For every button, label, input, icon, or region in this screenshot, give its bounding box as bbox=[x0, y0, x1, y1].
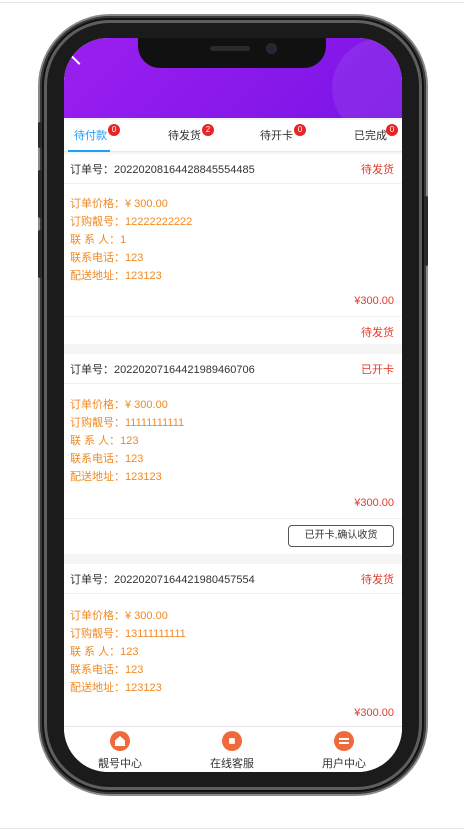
top-divider bbox=[0, 2, 464, 3]
order-total: ¥300.00 bbox=[354, 497, 394, 509]
chat-icon bbox=[334, 731, 354, 751]
bottom-tab-bar: 靓号中心 在线客服 用户中心 bbox=[64, 726, 402, 772]
back-arrow-icon[interactable] bbox=[69, 45, 89, 65]
tab-label: 待发货 bbox=[168, 130, 201, 142]
order-contact-phone: 联系电话：123 bbox=[70, 453, 144, 465]
order-card-header: 订单号：20220207164421980457554 待发货 bbox=[64, 564, 402, 594]
tab-label: 已完成 bbox=[354, 130, 387, 142]
order-footer-status: 待发货 bbox=[361, 327, 394, 339]
tab-badge: 0 bbox=[386, 124, 398, 136]
order-number: 订单号：20220207164421989460706 bbox=[70, 364, 255, 376]
header-decoration bbox=[332, 38, 402, 118]
phone-mute-switch bbox=[38, 122, 42, 148]
tab-completed[interactable]: 已完成 bbox=[354, 120, 387, 152]
phone-volume-down-button bbox=[38, 230, 42, 278]
order-contact-phone: 联系电话：123 bbox=[70, 664, 144, 676]
tab-label: 待付款 bbox=[74, 130, 107, 142]
phone-volume-up-button bbox=[38, 170, 42, 218]
camera-icon bbox=[266, 43, 277, 54]
order-status: 待发货 bbox=[361, 164, 394, 176]
tabbar-label: 在线客服 bbox=[210, 758, 254, 770]
order-card[interactable]: 订单号：20220207164421989460706 已开卡 订单价格：¥ 3… bbox=[64, 354, 402, 554]
tab-pending-shipment[interactable]: 待发货 bbox=[168, 120, 201, 152]
phone-screen: 待付款 0 待发货 2 待开卡 0 已完成 0 订单号：202202081644… bbox=[64, 38, 402, 772]
order-card-header: 订单号：20220207164421989460706 已开卡 bbox=[64, 354, 402, 384]
confirm-receipt-button[interactable]: 已开卡,确认收货 bbox=[288, 525, 394, 547]
speaker-grille bbox=[210, 46, 250, 51]
tabbar-label: 用户中心 bbox=[322, 758, 366, 770]
order-price: 订单价格：¥ 300.00 bbox=[70, 399, 168, 411]
order-contact: 联 系 人：123 bbox=[70, 646, 139, 658]
tab-badge: 0 bbox=[294, 124, 306, 136]
order-card[interactable]: 订单号：20220207164421980457554 待发货 订单价格：¥ 3… bbox=[64, 564, 402, 726]
order-number: 订单号：20220207164421980457554 bbox=[70, 574, 255, 586]
order-phone-number: 订购靓号：11111111111 bbox=[70, 417, 185, 429]
order-card-divider bbox=[64, 316, 402, 317]
phone-notch bbox=[138, 38, 326, 68]
tabbar-label: 靓号中心 bbox=[98, 758, 142, 770]
order-phone-number: 订购靓号：13111111111 bbox=[70, 628, 186, 640]
order-address: 配送地址：123123 bbox=[70, 682, 162, 694]
compass-icon bbox=[222, 731, 242, 751]
order-phone-number: 订购靓号：12222222222 bbox=[70, 216, 193, 228]
tabbar-item-number-center[interactable]: 靓号中心 bbox=[64, 727, 176, 772]
order-number: 订单号：20220208164428845554485 bbox=[70, 164, 255, 176]
order-card-divider bbox=[64, 518, 402, 519]
tabbar-item-user-center[interactable]: 用户中心 bbox=[288, 727, 400, 772]
order-total: ¥300.00 bbox=[354, 295, 394, 307]
order-status: 待发货 bbox=[361, 574, 394, 586]
order-contact: 联 系 人：123 bbox=[70, 435, 139, 447]
order-status: 已开卡 bbox=[361, 364, 394, 376]
order-contact-phone: 联系电话：123 bbox=[70, 252, 144, 264]
order-price: 订单价格：¥ 300.00 bbox=[70, 610, 168, 622]
order-total: ¥300.00 bbox=[354, 707, 394, 719]
tab-label: 待开卡 bbox=[260, 130, 293, 142]
tab-badge: 0 bbox=[108, 124, 120, 136]
order-contact: 联 系 人：1 bbox=[70, 234, 127, 246]
order-card[interactable]: 订单号：20220208164428845554485 待发货 订单价格：¥ 3… bbox=[64, 154, 402, 344]
tabbar-item-online-service[interactable]: 在线客服 bbox=[176, 727, 288, 772]
order-address: 配送地址：123123 bbox=[70, 270, 162, 282]
order-price: 订单价格：¥ 300.00 bbox=[70, 198, 168, 210]
home-icon bbox=[110, 731, 130, 751]
tab-pending-activation[interactable]: 待开卡 bbox=[260, 120, 293, 152]
order-address: 配送地址：123123 bbox=[70, 471, 162, 483]
active-tab-indicator bbox=[68, 150, 110, 152]
order-status-tabs: 待付款 0 待发货 2 待开卡 0 已完成 0 bbox=[64, 120, 402, 152]
phone-power-button bbox=[424, 196, 428, 266]
tab-badge: 2 bbox=[202, 124, 214, 136]
bottom-divider bbox=[0, 828, 464, 829]
tab-pending-payment[interactable]: 待付款 bbox=[74, 120, 107, 152]
order-card-header: 订单号：20220208164428845554485 待发货 bbox=[64, 154, 402, 184]
